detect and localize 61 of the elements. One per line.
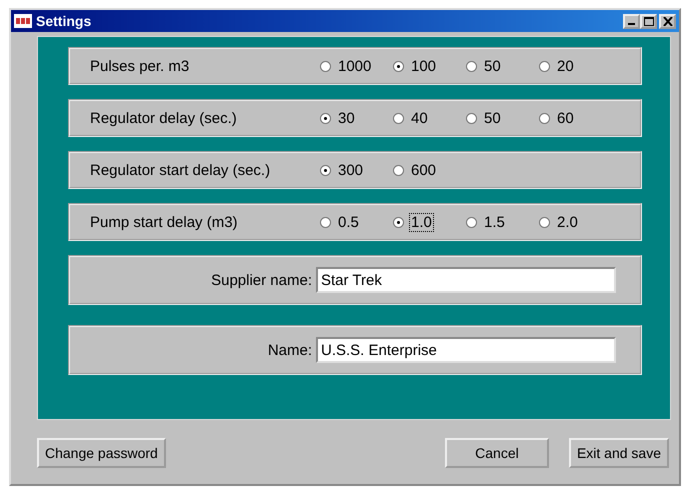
radio-option[interactable]: 300 [320,160,393,180]
radio-button[interactable] [393,112,404,124]
option-label: 1000 [337,56,372,76]
radio-option[interactable]: 20 [539,56,612,76]
option-label: 100 [410,56,438,76]
radio-button[interactable] [320,216,331,228]
radio-option[interactable]: 40 [393,108,466,128]
window-title: Settings [36,13,92,29]
dialog-button[interactable]: Cancel [444,438,549,468]
setting-label: Pump start delay (m3) [90,214,239,230]
radio-option[interactable]: 600 [393,160,466,180]
option-label: 60 [556,108,575,128]
option-label: 30 [337,108,356,128]
option-label: 1.5 [483,212,506,232]
setting-label: Regulator start delay (sec.) [90,162,272,178]
radio-option[interactable]: 2.0 [539,212,612,232]
radio-button[interactable] [320,164,331,176]
radio-option[interactable]: 50 [466,56,539,76]
radio-button[interactable] [320,60,331,72]
dialog-button[interactable]: Exit and save [568,438,669,468]
radio-button[interactable] [393,216,404,228]
option-label: 40 [410,108,429,128]
radio-button[interactable] [466,216,477,228]
setting-label: Pulses per. m3 [90,58,190,74]
option-label: 20 [556,56,575,76]
option-label: 600 [410,160,438,180]
field-label: Supplier name: [210,272,313,288]
close-button[interactable] [659,14,676,28]
radio-button[interactable] [539,60,550,72]
option-label: 1.0 [409,212,434,232]
radio-option[interactable]: 60 [539,108,612,128]
setting-label: Regulator delay (sec.) [90,110,238,126]
minimize-icon [628,23,635,25]
close-icon [662,16,672,26]
change-password-button[interactable]: Change password [37,438,166,468]
app-logo-icon [14,14,32,28]
radio-option[interactable]: 100 [393,56,466,76]
radio-option[interactable]: 30 [320,108,393,128]
field-label: Name: [266,342,313,358]
option-label: 50 [483,108,502,128]
option-label: 0.5 [337,212,360,232]
text-field[interactable]: Star Trek [316,267,616,293]
option-label: 2.0 [556,212,579,232]
radio-button[interactable] [466,112,477,124]
radio-option[interactable]: 0.5 [320,212,393,232]
radio-option[interactable]: 1.0 [393,212,466,232]
radio-button[interactable] [539,112,550,124]
maximize-icon [644,16,654,26]
radio-button[interactable] [466,60,477,72]
radio-option[interactable]: 50 [466,108,539,128]
maximize-button[interactable] [640,14,657,28]
radio-option[interactable]: 1000 [320,56,393,76]
option-label: 50 [483,56,502,76]
radio-button[interactable] [320,112,331,124]
option-label: 300 [337,160,364,180]
radio-button[interactable] [539,216,550,228]
radio-button[interactable] [393,60,404,72]
radio-button[interactable] [393,164,404,176]
minimize-button[interactable] [623,14,640,28]
text-field[interactable]: U.S.S. Enterprise [316,337,616,363]
radio-option[interactable]: 1.5 [466,212,539,232]
